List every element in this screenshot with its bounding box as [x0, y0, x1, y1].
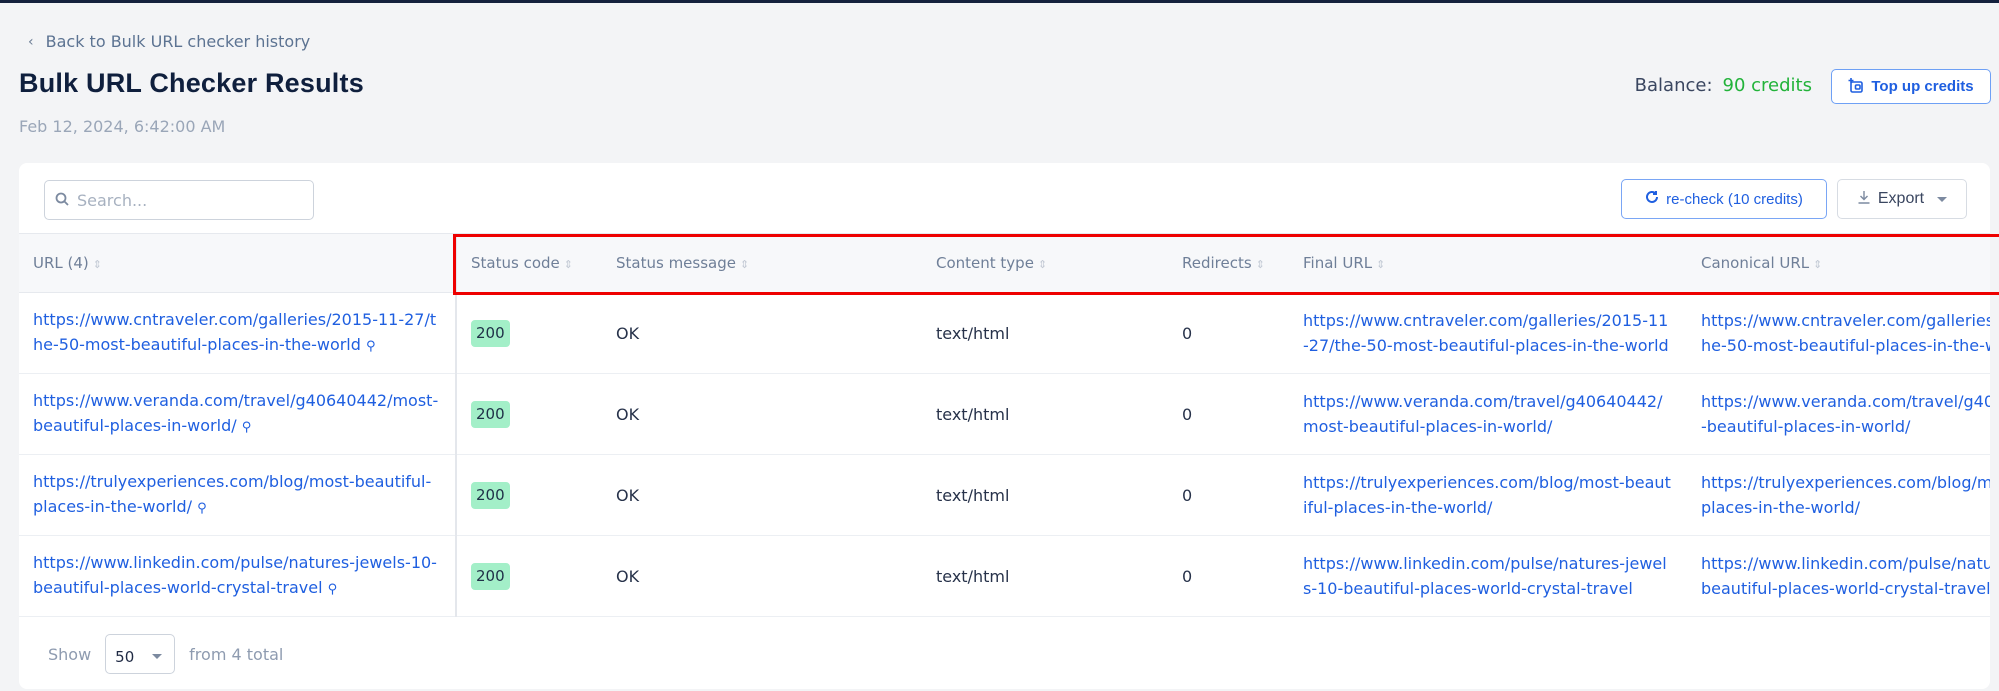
- results-card: re-check (10 credits) Export URL (4)⇕ St…: [19, 163, 1990, 689]
- search-box: [44, 180, 314, 220]
- results-table: URL (4) ⇕ Status code ⇕ Status message ⇕ Co…: [19, 233, 1990, 617]
- url-link[interactable]: https://trulyexperiences.com/blog/most-b…: [33, 472, 431, 516]
- sort-icon: ⇕: [1037, 258, 1048, 271]
- content-type: text/html: [922, 454, 1168, 536]
- table-row: https://www.linkedin.com/pulse/natures-j…: [19, 535, 1990, 617]
- content-type: text/html: [922, 535, 1168, 617]
- search-icon[interactable]: ⚲: [197, 501, 207, 516]
- sort-icon: ⇕: [1813, 258, 1823, 271]
- export-button[interactable]: Export: [1837, 179, 1967, 219]
- caret-down-icon: [152, 654, 163, 659]
- sort-icon: ⇕: [1376, 258, 1386, 271]
- final-url-link[interactable]: https://www.veranda.com/travel/g40640442…: [1303, 392, 1662, 436]
- final-url-link[interactable]: https://trulyexperiences.com/blog/most-b…: [1303, 473, 1671, 517]
- recheck-label: re-check (10 credits): [1666, 190, 1803, 208]
- status-code-badge: 200: [471, 481, 510, 509]
- top-up-label: Top up credits: [1871, 78, 1974, 95]
- column-header-final-url[interactable]: Final URL ⇕: [1289, 234, 1687, 293]
- column-header-redirects[interactable]: Redirects ⇕: [1168, 234, 1289, 293]
- canonical-url-link[interactable]: https://www.linkedin.com/pulse/natures-j…: [1701, 554, 1990, 598]
- back-link[interactable]: ‹ Back to Bulk URL checker history: [28, 32, 310, 51]
- final-url-link[interactable]: https://www.cntraveler.com/galleries/201…: [1303, 311, 1669, 355]
- table-header-row: URL (4) ⇕ Status code ⇕ Status message ⇕ Co…: [19, 233, 1990, 293]
- column-header-content-type[interactable]: Content type ⇕: [922, 234, 1168, 293]
- wallet-plus-icon: [1848, 77, 1864, 97]
- total-label: from 4 total: [189, 644, 284, 664]
- back-link-label: Back to Bulk URL checker history: [45, 32, 311, 51]
- canonical-url-link[interactable]: https://www.veranda.com/travel/g40640442…: [1701, 392, 1990, 436]
- search-icon: [55, 191, 69, 210]
- balance-value: 90 credits: [1722, 75, 1812, 96]
- top-up-credits-button[interactable]: Top up credits: [1831, 69, 1991, 104]
- page-size-value: 50: [115, 647, 135, 666]
- export-label: Export: [1877, 190, 1925, 207]
- top-bar: [0, 0, 1999, 3]
- balance-label: Balance:: [1634, 75, 1713, 96]
- search-input[interactable]: [77, 190, 297, 210]
- search-icon[interactable]: ⚲: [366, 339, 376, 354]
- pagination-footer: Show 50 from 4 total: [19, 619, 1990, 689]
- canonical-url-link[interactable]: https://trulyexperiences.com/blog/most-b…: [1701, 473, 1990, 517]
- final-url-link[interactable]: https://www.linkedin.com/pulse/natures-j…: [1303, 554, 1667, 598]
- sort-icon: ⇕: [1255, 258, 1265, 271]
- status-message: OK: [602, 373, 922, 455]
- table-row: https://www.veranda.com/travel/g40640442…: [19, 373, 1990, 455]
- search-icon[interactable]: ⚲: [242, 420, 252, 435]
- status-code-badge: 200: [471, 400, 510, 428]
- status-code-badge: 200: [471, 319, 510, 347]
- redirects: 0: [1168, 373, 1289, 455]
- page-date: Feb 12, 2024, 6:42:00 AM: [19, 117, 226, 136]
- caret-down-icon: [1937, 196, 1948, 202]
- status-message: OK: [602, 454, 922, 536]
- url-link[interactable]: https://www.linkedin.com/pulse/natures-j…: [33, 553, 437, 597]
- content-type: text/html: [922, 373, 1168, 455]
- url-link[interactable]: https://www.veranda.com/travel/g40640442…: [33, 391, 438, 435]
- table-row: https://www.cntraveler.com/galleries/201…: [19, 292, 1990, 374]
- status-message: OK: [602, 292, 922, 374]
- column-header-canonical-url[interactable]: Canonical URL ⇕: [1687, 234, 1990, 293]
- canonical-url-link[interactable]: https://www.cntraveler.com/galleries/201…: [1701, 311, 1990, 355]
- column-header-status-code[interactable]: Status code ⇕: [456, 234, 602, 293]
- column-header-status-message[interactable]: Status message ⇕: [602, 234, 922, 293]
- page-size-select[interactable]: 50: [105, 634, 176, 674]
- redirects: 0: [1168, 535, 1289, 617]
- table-row: https://trulyexperiences.com/blog/most-b…: [19, 454, 1990, 536]
- page-title: Bulk URL Checker Results: [19, 68, 364, 98]
- status-code-badge: 200: [471, 562, 510, 590]
- search-icon[interactable]: ⚲: [328, 582, 338, 597]
- content-type: text/html: [922, 292, 1168, 374]
- column-header-url[interactable]: URL (4) ⇕: [19, 233, 457, 293]
- redirects: 0: [1168, 292, 1289, 374]
- refresh-icon: [1645, 190, 1659, 208]
- balance: Balance: 90 credits: [1635, 75, 1812, 96]
- sort-icon: ⇕: [92, 258, 102, 271]
- chevron-left-icon: ‹: [28, 33, 34, 50]
- download-icon: [1857, 190, 1871, 209]
- sort-icon: ⇕: [563, 258, 573, 271]
- show-label: Show: [48, 644, 92, 664]
- redirects: 0: [1168, 454, 1289, 536]
- url-link[interactable]: https://www.cntraveler.com/galleries/201…: [33, 310, 436, 354]
- recheck-button[interactable]: re-check (10 credits): [1621, 179, 1827, 219]
- status-message: OK: [602, 535, 922, 617]
- sort-icon: ⇕: [739, 258, 750, 271]
